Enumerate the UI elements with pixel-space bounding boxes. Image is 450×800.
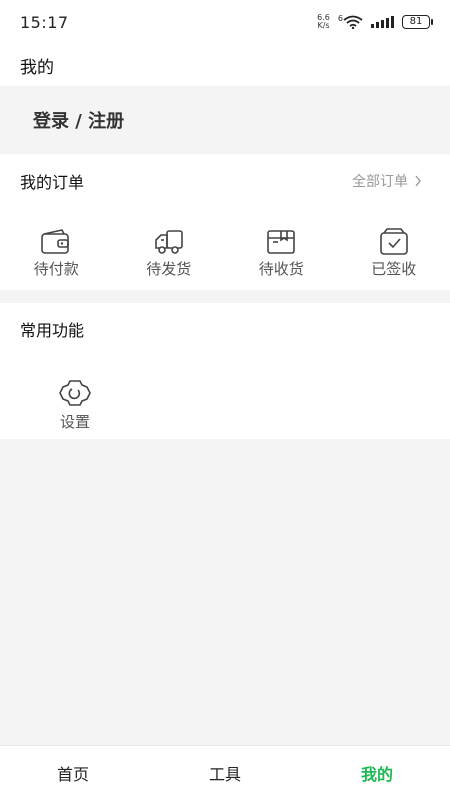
common-functions-title: 常用功能 — [20, 321, 85, 340]
net-speed: 6.6 K/s — [317, 14, 330, 30]
settings-button[interactable]: 设置 — [40, 379, 110, 432]
order-pending-receipt-label: 待收货 — [258, 260, 304, 278]
tab-home[interactable]: 首页 — [0, 746, 169, 800]
wifi-status: 6 — [338, 15, 363, 29]
common-functions-card: 常用功能 设置 — [0, 303, 450, 439]
signed-box-icon — [379, 228, 408, 255]
status-icons: 6.6 K/s 6 81 — [317, 14, 433, 30]
order-pending-shipment[interactable]: 待发货 — [113, 228, 226, 284]
signal-icon — [371, 16, 394, 28]
truck-icon — [154, 230, 183, 254]
settings-label: 设置 — [59, 413, 90, 431]
order-pending-payment[interactable]: 待付款 — [0, 228, 113, 284]
gear-icon — [59, 380, 91, 406]
tab-me-label: 我的 — [360, 765, 393, 784]
battery-level: 81 — [409, 16, 423, 27]
wifi-icon — [343, 15, 363, 29]
order-status-row: 待付款 待发货 待收货 已签收 — [0, 228, 450, 284]
tab-home-label: 首页 — [57, 765, 90, 784]
all-orders-link[interactable]: 全部订单 — [352, 171, 422, 191]
net-speed-unit: K/s — [317, 21, 330, 30]
tab-tools-label: 工具 — [208, 765, 241, 784]
my-orders-header: 我的订单 全部订单 — [20, 168, 422, 194]
battery-icon: 81 — [402, 15, 433, 29]
chevron-right-icon — [415, 175, 421, 187]
bottom-tab-bar: 首页 工具 我的 — [0, 745, 450, 800]
login-register-label: 登录 / 注册 — [33, 111, 125, 132]
order-pending-receipt[interactable]: 待收货 — [225, 228, 338, 284]
page-title: 我的 — [0, 44, 450, 86]
all-orders-label: 全部订单 — [352, 174, 408, 190]
status-bar: 15:17 6.6 K/s 6 81 — [0, 0, 450, 44]
tab-tools[interactable]: 工具 — [169, 746, 281, 800]
package-icon — [267, 230, 296, 254]
order-signed[interactable]: 已签收 — [338, 228, 450, 284]
my-orders-card: 我的订单 全部订单 待付款 待发货 待收货 已签收 — [0, 154, 450, 290]
my-orders-title: 我的订单 — [20, 173, 85, 192]
status-time: 15:17 — [20, 12, 69, 32]
order-pending-payment-label: 待付款 — [33, 260, 79, 278]
wallet-icon — [41, 229, 70, 254]
order-signed-label: 已签收 — [371, 260, 417, 278]
order-pending-shipment-label: 待发货 — [146, 260, 192, 278]
tab-me[interactable]: 我的 — [281, 746, 450, 800]
login-register-button[interactable]: 登录 / 注册 — [0, 86, 450, 154]
